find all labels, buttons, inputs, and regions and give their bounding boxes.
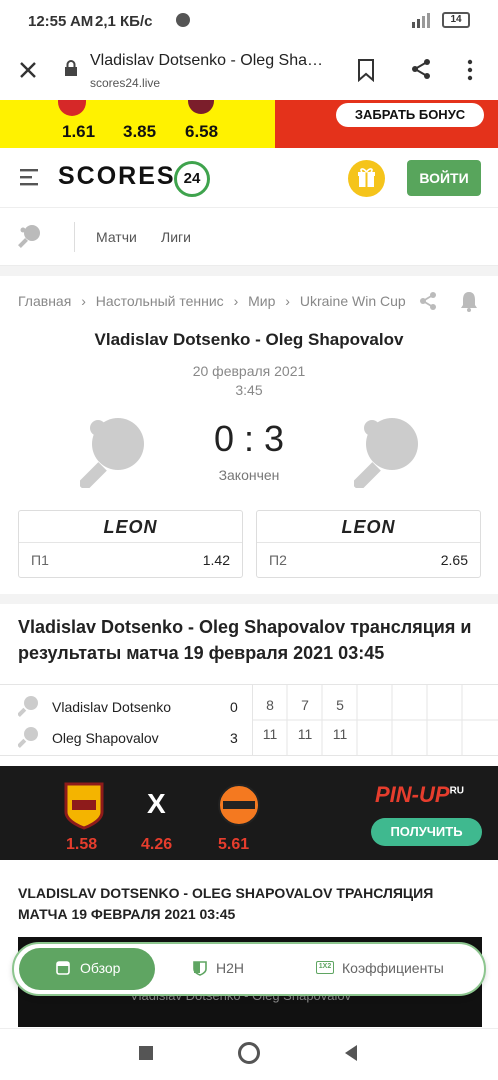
odds-icon: 1X2 [316, 961, 334, 974]
set-3-score-p2: 11 [332, 726, 348, 742]
signal-icon [412, 12, 438, 28]
recent-apps-icon[interactable] [139, 1046, 153, 1060]
bookmark-icon[interactable] [356, 58, 376, 82]
page-url[interactable]: scores24.live [90, 76, 160, 90]
odds-label: П2 [269, 552, 287, 568]
table-tennis-icon[interactable] [18, 224, 42, 248]
section-gap [0, 594, 498, 604]
subnav-divider [74, 222, 75, 252]
top-ad-odd-2: 6.58 [185, 122, 219, 141]
set-1-score-p2: 11 [262, 726, 278, 742]
pinup-logo: PIN-UPRU [375, 782, 464, 808]
battery-level: 14 [450, 14, 462, 25]
set-1-score-p1: 8 [266, 697, 274, 713]
sets-player-1-total: 0 [230, 699, 238, 715]
more-menu-icon[interactable] [466, 58, 474, 82]
section-title: Vladislav Dotsenko - Oleg Shapovalov тра… [18, 617, 472, 663]
odds-box-p1[interactable]: LEON П1 1.42 [18, 510, 243, 578]
tab-h2h-label[interactable]: H2H [216, 960, 244, 976]
tab-odds-label[interactable]: Коэффициенты [342, 960, 444, 976]
player-2-icon [18, 726, 40, 748]
app-notification-icon [176, 13, 190, 27]
share-match-icon[interactable] [418, 291, 438, 311]
match-score: 0 : 3 [213, 418, 285, 459]
roma-crest-icon [62, 782, 106, 830]
subnav-leagues[interactable]: Лиги [161, 229, 191, 245]
top-ad-odd-x: 3.85 [123, 122, 157, 141]
site-logo[interactable]: SCORES [58, 162, 176, 191]
page-title: Vladislav Dotsenko - Oleg Shapoval... [90, 52, 330, 69]
bookmaker-logo: LEON [257, 511, 480, 543]
back-icon[interactable] [343, 1044, 359, 1062]
match-status: Закончен [218, 467, 280, 483]
odds-label: П1 [31, 552, 49, 568]
odds-value: 1.42 [202, 552, 230, 568]
breadcrumb-region[interactable]: Мир [248, 293, 275, 309]
mid-ad-odd-2: 5.61 [218, 836, 250, 853]
match-title: Vladislav Dotsenko - Oleg Shapovalov [94, 330, 404, 349]
bell-icon[interactable] [459, 290, 479, 312]
breadcrumb: Главная › Настольный теннис › Мир › Ukra… [18, 293, 406, 309]
h2h-icon [192, 960, 208, 976]
mid-ad-odd-x: 4.26 [141, 836, 173, 853]
site-logo-badge: 24 [174, 161, 210, 197]
match-time: 3:45 [235, 382, 263, 398]
mid-ad-odd-1: 1.58 [66, 836, 98, 853]
status-time: 12:55 AM [28, 13, 94, 30]
login-button[interactable]: ВОЙТИ [407, 160, 481, 196]
pinup-brand: PIN-UP [375, 782, 450, 807]
overview-icon [56, 961, 70, 975]
subnav-matches[interactable]: Матчи [96, 229, 137, 245]
tab-overview-label: Обзор [80, 960, 121, 976]
player-2-avatar-icon [354, 416, 420, 488]
home-icon[interactable] [238, 1042, 260, 1064]
status-network-speed: 2,1 КБ/с [95, 13, 153, 30]
hamburger-menu-icon[interactable] [20, 168, 40, 186]
player-1-icon [18, 695, 40, 717]
bookmaker-logo: LEON [19, 511, 242, 543]
status-bar: 12:55 AM 2,1 КБ/с 14 [0, 0, 498, 44]
shakhtar-crest-icon [217, 783, 261, 827]
set-2-score-p2: 11 [297, 726, 313, 742]
get-bonus-button[interactable]: ПОЛУЧИТЬ [371, 818, 482, 846]
share-icon[interactable] [409, 57, 433, 81]
pinup-brand-suffix: RU [449, 785, 465, 797]
top-ad-odd-1: 1.61 [62, 122, 96, 141]
sets-player-2-name[interactable]: Oleg Shapovalov [52, 730, 159, 746]
lock-icon [64, 60, 78, 76]
bonus-button[interactable]: ЗАБРАТЬ БОНУС [336, 103, 484, 127]
match-date: 20 февраля 2021 [192, 363, 306, 379]
odds-value: 2.65 [440, 552, 468, 568]
odds-box-p2[interactable]: LEON П2 2.65 [256, 510, 481, 578]
breadcrumb-sport[interactable]: Настольный теннис [96, 293, 224, 309]
set-2-score-p1: 7 [301, 697, 309, 713]
set-3-score-p1: 5 [336, 697, 344, 713]
sets-player-1-name[interactable]: Vladislav Dotsenko [52, 699, 171, 715]
gift-icon[interactable] [348, 160, 385, 197]
battery-icon: 14 [442, 12, 470, 28]
mid-ad-x: X [147, 788, 166, 819]
section-gap [0, 266, 498, 276]
close-icon[interactable] [16, 58, 40, 82]
breadcrumb-league[interactable]: Ukraine Win Cup [300, 293, 406, 309]
sets-grid [252, 684, 498, 756]
sets-player-2-total: 3 [230, 730, 238, 746]
breadcrumb-home[interactable]: Главная [18, 293, 71, 309]
stream-title: VLADISLAV DOTSENKO - OLEG SHAPOVALOV ТРА… [18, 885, 434, 922]
